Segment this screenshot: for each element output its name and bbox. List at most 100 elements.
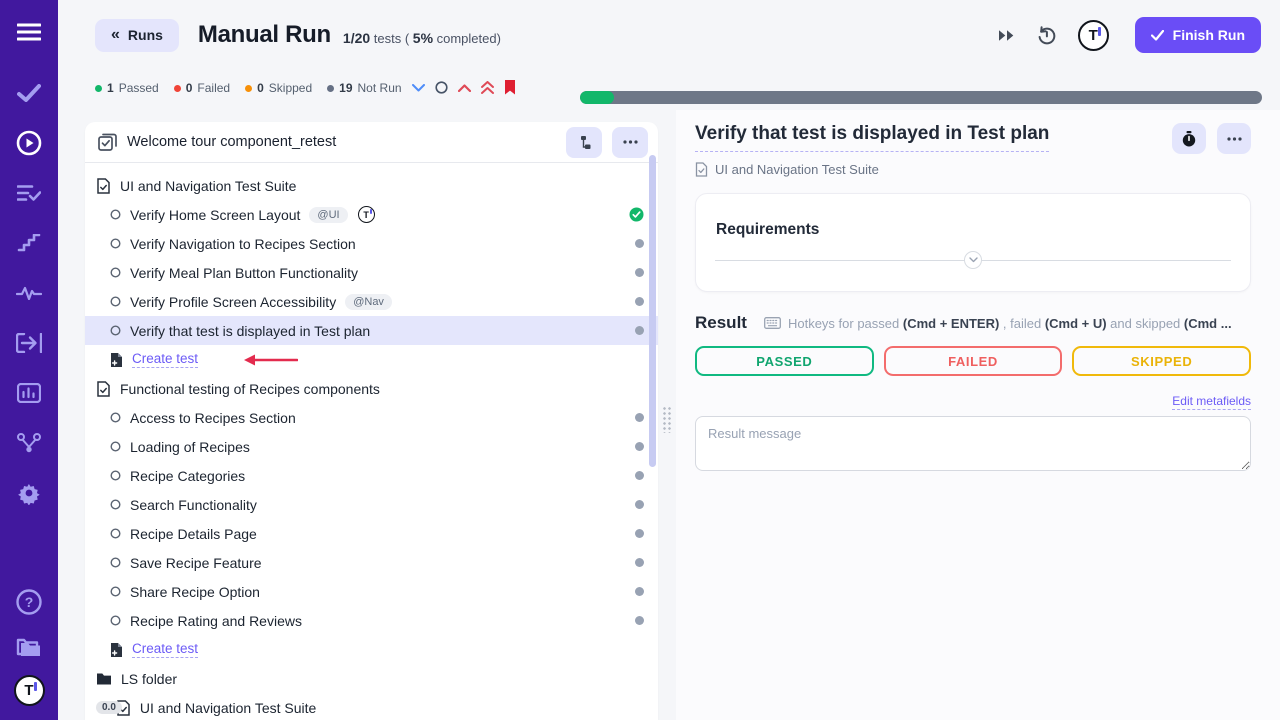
ellipsis-icon [1227,137,1242,141]
status-notrun-dot [635,558,644,567]
check-icon [17,84,41,102]
app-logo-icon: T [14,675,45,706]
run-tree-title: Welcome tour component_retest [127,134,336,150]
timer-button[interactable] [1172,123,1206,154]
sidebar-item-pulse[interactable] [0,268,58,318]
sidebar-item-analytics[interactable] [0,368,58,418]
sidebar-item-runs[interactable] [0,118,58,168]
sidebar-item-projects[interactable] [0,624,58,668]
test-label: Recipe Details Page [130,526,257,542]
test-label: Search Functionality [130,497,257,513]
auto-advance-button[interactable] [998,29,1015,42]
result-message-input[interactable] [695,416,1251,471]
test-row[interactable]: Loading of Recipes [85,432,658,461]
progress-fill [580,91,614,104]
sidebar-item-tests[interactable] [0,68,58,118]
result-passed-button[interactable]: PASSED [695,346,874,376]
test-tag-badge: @Nav [345,294,392,310]
tree-scrollbar[interactable] [649,155,656,467]
stopwatch-icon [1182,131,1196,147]
test-row[interactable]: Recipe Details Page [85,519,658,548]
list-check-icon [17,184,41,202]
priority-blocker-filter[interactable] [504,80,516,95]
run-summary-bar: 1Passed 0Failed 0Skipped 19Not Run [58,70,1280,110]
suite-label: UI and Navigation Test Suite [120,178,296,194]
result-failed-button[interactable]: FAILED [884,346,1063,376]
test-circle-icon [110,557,121,568]
priority-normal-filter[interactable] [435,81,448,94]
percent-completed: 5% [413,30,433,46]
sidebar-item-import[interactable] [0,318,58,368]
test-row[interactable]: Search Functionality [85,490,658,519]
test-row[interactable]: Recipe Categories [85,461,658,490]
priority-high-filter[interactable] [458,84,471,92]
finish-run-button[interactable]: Finish Run [1135,17,1261,53]
test-row[interactable]: Access to Recipes Section [85,403,658,432]
checklist-icon [98,133,117,151]
passed-legend: 1Passed [95,81,159,95]
test-row[interactable]: Verify that test is displayed in Test pl… [85,316,658,345]
retry-timer-button[interactable] [1037,26,1056,45]
status-notrun-dot [635,529,644,538]
tree-more-button[interactable] [612,127,648,158]
test-row[interactable]: Share Recipe Option [85,577,658,606]
file-plus-icon [110,352,123,367]
edit-metafields-link[interactable]: Edit metafields [1172,394,1251,410]
status-notrun-dot [635,442,644,451]
suite-row[interactable]: 0.0UI and Navigation Test Suite [85,693,658,720]
suite-breadcrumb-label: UI and Navigation Test Suite [715,162,879,177]
failed-legend: 0Failed [174,81,230,95]
chevron-up-icon [458,84,471,92]
expand-collapse-filter[interactable] [412,84,425,92]
status-passed-icon [629,207,644,222]
test-row[interactable]: Recipe Rating and Reviews [85,606,658,635]
sidebar-item-settings[interactable] [0,468,58,518]
test-circle-icon [110,441,121,452]
priority-critical-filter[interactable] [481,81,494,94]
panel-splitter[interactable] [658,110,676,720]
status-notrun-dot [635,326,644,335]
tree-structure-icon [577,135,592,150]
bookmark-icon [504,80,516,95]
run-progress-bar [580,91,1262,104]
sidebar-item-milestones[interactable] [0,218,58,268]
folder-row[interactable]: LS folder [85,664,658,693]
fast-forward-icon [998,29,1015,42]
suite-document-icon [96,381,111,397]
test-circle-icon [110,238,121,249]
expand-requirements-button[interactable] [964,251,982,269]
file-plus-icon [110,642,123,657]
gear-icon [17,481,41,505]
suite-row[interactable]: Functional testing of Recipes components [85,374,658,403]
ellipsis-icon [623,140,638,144]
test-title[interactable]: Verify that test is displayed in Test pl… [695,123,1049,152]
sidebar-item-help[interactable]: ? [0,580,58,624]
create-test-link[interactable]: Create test [132,351,198,368]
sidebar-logo[interactable]: T [0,668,58,712]
result-title: Result [695,313,747,333]
app-logo-icon[interactable]: T [1078,20,1109,51]
test-more-button[interactable] [1217,123,1251,154]
chevron-down-icon [412,84,425,92]
sidebar-item-branch[interactable] [0,418,58,468]
keyboard-icon [764,317,781,329]
sidebar-item-test-plans[interactable] [0,168,58,218]
test-row[interactable]: Save Recipe Feature [85,548,658,577]
folder-label: LS folder [121,671,177,687]
folder-icon [15,635,43,657]
stairs-icon [17,234,41,252]
create-test-row: Create test [85,345,658,374]
test-row[interactable]: Verify Profile Screen Accessibility@Nav [85,287,658,316]
create-test-link[interactable]: Create test [132,641,198,658]
test-circle-icon [110,412,121,423]
result-skipped-button[interactable]: SKIPPED [1072,346,1251,376]
menu-button[interactable] [0,10,58,54]
test-row[interactable]: Verify Home Screen Layout@UIT [85,200,658,229]
back-to-runs-button[interactable]: « Runs [95,19,179,52]
tree-view-toggle-button[interactable] [566,127,602,158]
suite-breadcrumb[interactable]: UI and Navigation Test Suite [695,162,1251,177]
test-row[interactable]: Verify Meal Plan Button Functionality [85,258,658,287]
notrun-dot [327,85,334,92]
suite-row[interactable]: UI and Navigation Test Suite [85,171,658,200]
test-row[interactable]: Verify Navigation to Recipes Section [85,229,658,258]
